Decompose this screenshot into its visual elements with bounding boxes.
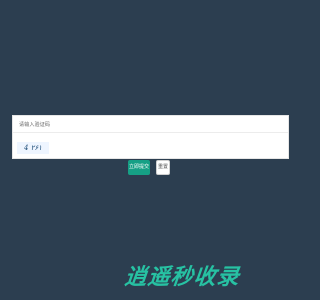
- submit-button[interactable]: 立即提交: [128, 160, 150, 175]
- submit-button-label: 立即提交: [129, 164, 150, 170]
- panel-header: 请输入验证码: [13, 116, 288, 133]
- captcha-code: 4 ۲۶۱: [24, 143, 42, 152]
- reset-button-label: 重置: [157, 164, 168, 170]
- watermark-text: 逍遥秒收录: [123, 265, 242, 290]
- captcha-panel: 请输入验证码: [12, 115, 289, 159]
- panel-title: 请输入验证码: [19, 121, 51, 128]
- captcha-image[interactable]: 4 ۲۶۱: [17, 142, 49, 154]
- watermark-logo: 逍遥秒收录: [118, 260, 246, 290]
- reset-button[interactable]: 重置: [156, 160, 170, 175]
